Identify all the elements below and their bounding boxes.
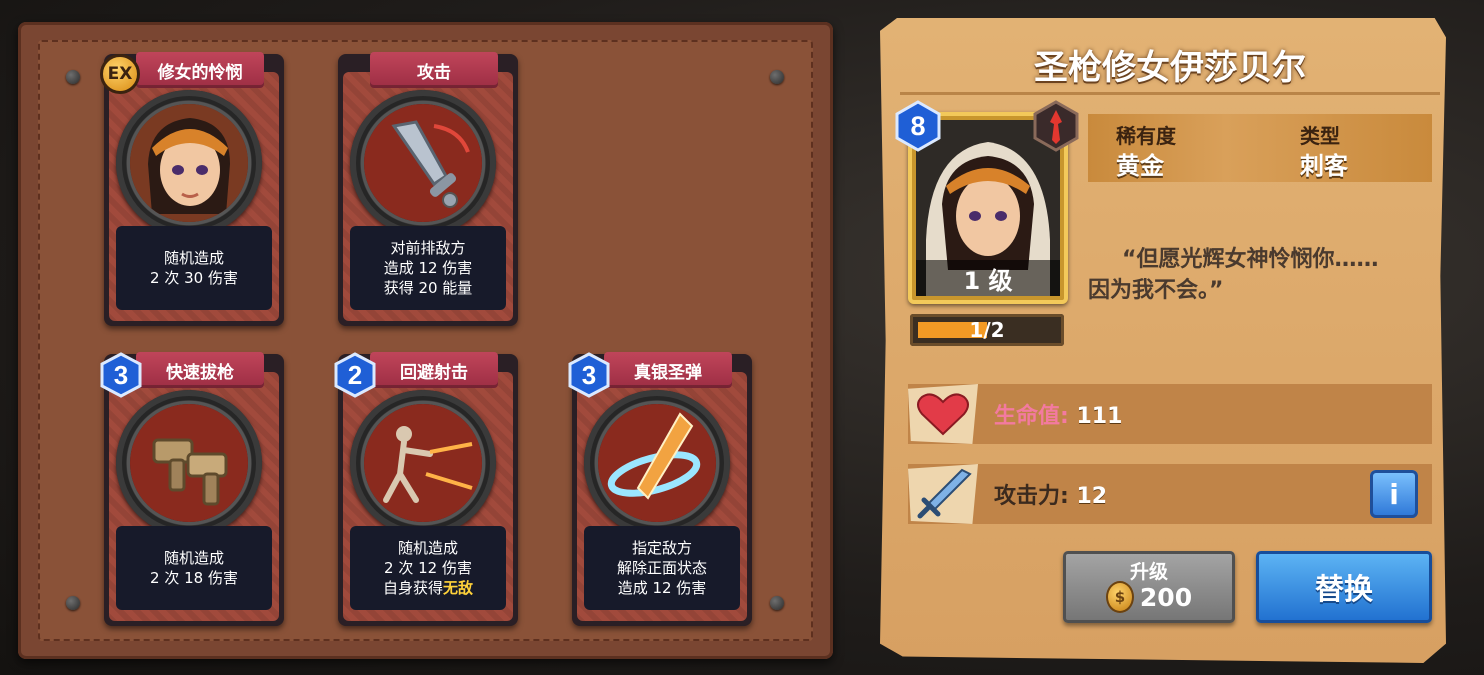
rarity-value: 黄金 [1116,152,1164,180]
skill-description: 指定敌方 解除正面状态 造成 12 伤害 [584,526,740,610]
desc-line: 对前排敌方 [390,239,466,257]
energy-cost-badge-icon: 3 [100,352,142,398]
sword-stat-icon [917,468,972,519]
skill-card-attack[interactable]: 攻击 对前排敌方 造成 12 伤害 获得 20 能量 [338,52,518,326]
desc-line: 随机造成 [163,249,224,267]
rarity-label: 稀有度 [1116,124,1176,148]
dodge-shot-icon [364,404,482,522]
skill-card-quick-draw[interactable]: 快速拔枪 3 随机造成 2 次 18 伤害 [100,352,284,626]
skill-description: 随机造成 2 次 30 伤害 [116,226,272,310]
sword-icon [364,104,482,222]
desc-line: 2 次 12 伤害 [384,559,472,577]
heart-icon [917,393,969,436]
skill-card-silver-bullet[interactable]: 真银圣弹 3 指定敌方 解除正面状态 造成 12 伤害 [568,352,752,626]
desc-line: 获得 20 能量 [383,279,473,297]
desc-line: 造成 12 伤害 [617,579,707,597]
energy-cost-badge-icon: 3 [568,352,610,398]
upgrade-cost-value: 200 [1139,582,1193,612]
silver-bullet-icon [598,404,716,522]
skill-title: 真银圣弹 [604,352,732,388]
hp-text: 生命值: 111 [994,398,1122,430]
star-level-badge-icon: 8 [895,100,941,152]
desc-line: 指定敌方 [631,539,692,557]
skill-title: 修女的怜悯 [136,52,264,88]
hp-label: 生命值: [994,404,1069,429]
skill-description: 随机造成 2 次 18 伤害 [116,526,272,610]
upgrade-label: 升级 [1129,561,1168,583]
quote-line: “但愿光辉女神怜悯你…… [1122,247,1379,272]
upgrade-cost: $ 200 [1063,581,1235,613]
skill-title: 回避射击 [370,352,498,388]
assassin-class-icon [1033,100,1079,152]
skill-icon-ring [350,390,496,536]
invincible-keyword: 无敌 [443,579,474,597]
desc-line: 随机造成 [397,539,458,557]
rivet-icon [66,596,80,610]
info-button[interactable]: i [1370,470,1418,518]
xp-bar: 1/2 [910,314,1064,346]
skill-card-evasive-shot[interactable]: 回避射击 2 随机造成 2 次 12 伤害 自身获得无敌 [334,352,518,626]
energy-cost: 3 [582,360,596,390]
desc-line: 自身获得无敌 [350,578,506,598]
desc-line: 解除正面状态 [616,559,707,577]
hero-level: 1 级 [916,260,1060,296]
desc-line: 随机造成 [163,549,224,567]
hero-attributes: 稀有度 黄金 类型 刺客 [1088,114,1432,182]
skill-description: 随机造成 2 次 12 伤害 自身获得无敌 [350,526,506,610]
energy-cost: 2 [348,360,362,390]
desc-line: 2 次 30 伤害 [150,269,238,287]
skill-title: 快速拔枪 [136,352,264,388]
type-value: 刺客 [1300,152,1348,180]
upgrade-button[interactable]: 升级 $ 200 [1063,551,1235,623]
coin-icon: $ [1105,581,1134,613]
desc-line: 2 次 18 伤害 [150,569,238,587]
rivet-icon [770,70,784,84]
nun-portrait-icon [130,104,248,222]
title-divider [900,92,1440,95]
xp-text: 1/2 [969,318,1005,342]
hero-quote: “但愿光辉女神怜悯你…… 因为我不会。” [1088,244,1428,306]
attack-stat-row: 攻击力: 12 [908,464,1432,524]
skill-title: 攻击 [370,52,498,88]
stat-icon-bg [908,464,978,524]
attack-value: 12 [1076,484,1108,509]
quote-line: 因为我不会。” [1088,278,1224,303]
hp-value: 111 [1076,404,1123,429]
replace-button[interactable]: 替换 [1256,551,1432,623]
desc-line: 造成 12 伤害 [383,259,473,277]
skill-icon-ring [350,90,496,236]
skill-icon-ring [116,390,262,536]
hero-name: 圣枪修女伊莎贝尔 [1034,48,1306,88]
energy-cost-badge-icon: 2 [334,352,376,398]
star-level: 8 [910,111,925,141]
rivet-icon [770,596,784,610]
ex-badge: EX [100,54,140,94]
skill-card-ex[interactable]: 修女的怜悯 EX 随机造成 2 次 30 伤害 [100,52,284,326]
twin-pistols-icon [130,404,248,522]
attack-text: 攻击力: 12 [994,478,1107,510]
type-label: 类型 [1300,124,1340,148]
rivet-icon [66,70,80,84]
attack-label: 攻击力: [994,484,1069,509]
energy-cost: 3 [114,360,128,390]
skill-description: 对前排敌方 造成 12 伤害 获得 20 能量 [350,226,506,310]
skill-icon-ring [584,390,730,536]
desc-text: 自身获得 [382,579,443,597]
hp-stat-row: 生命值: 111 [908,384,1432,444]
skill-icon-ring [116,90,262,236]
stat-icon-bg [908,384,978,444]
